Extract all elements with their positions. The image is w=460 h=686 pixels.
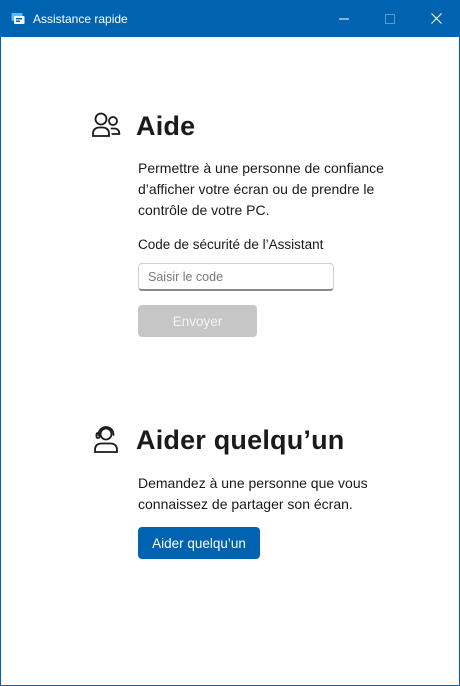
help-someone-button[interactable]: Aider quelqu’un — [138, 527, 260, 559]
quick-assist-window: Assistance rapide Aide Permettre à une p… — [0, 0, 460, 686]
close-icon — [430, 13, 442, 24]
close-button[interactable] — [413, 0, 459, 37]
window-title: Assistance rapide — [33, 11, 128, 26]
give-help-title: Aider quelqu’un — [136, 424, 345, 455]
security-code-label: Code de sécurité de l’Assistant — [138, 237, 324, 252]
get-help-header: Aide — [90, 110, 195, 142]
give-help-header: Aider quelqu’un — [90, 424, 345, 456]
window-controls — [321, 0, 459, 37]
get-help-description: Permettre à une personne de confiance d’… — [138, 160, 384, 218]
minimize-icon — [339, 18, 349, 19]
get-help-title: Aide — [136, 110, 196, 141]
security-code-input[interactable] — [138, 263, 334, 291]
title-bar[interactable]: Assistance rapide — [1, 0, 459, 37]
minimize-button[interactable] — [321, 0, 367, 37]
person-support-icon — [90, 424, 122, 456]
maximize-icon — [385, 13, 395, 24]
submit-button[interactable]: Envoyer — [138, 305, 257, 337]
people-icon — [90, 110, 122, 142]
quick-assist-icon — [11, 11, 27, 27]
give-help-description: Demandez à une personne que vous connais… — [138, 475, 368, 512]
maximize-button[interactable] — [367, 0, 413, 37]
